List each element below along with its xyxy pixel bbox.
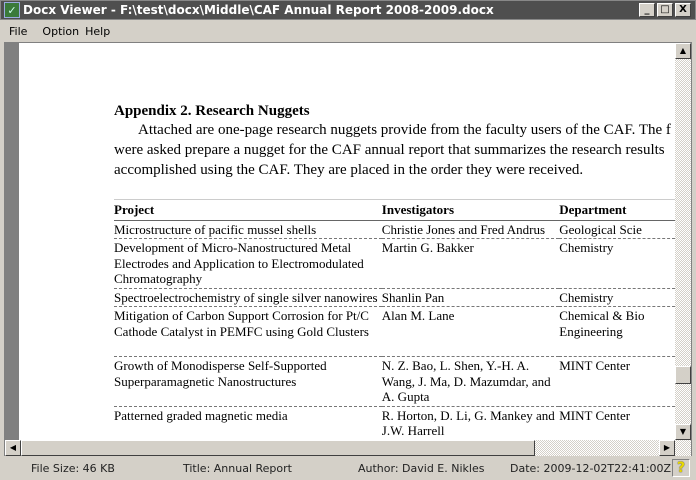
table-row: Microstructure of pacific mussel shells C… (114, 220, 675, 239)
section-heading: Appendix 2. Research Nuggets (114, 103, 310, 119)
menu-bar: File Option Help (0, 21, 696, 41)
cell-project: Microstructure of pacific mussel shells (114, 220, 382, 239)
vertical-scroll-thumb[interactable] (675, 366, 691, 384)
cell-project: Patterned graded magnetic media (114, 406, 382, 440)
menu-option[interactable]: Option (42, 25, 79, 38)
cell-project: Growth of Monodisperse Self-Supported Su… (114, 356, 382, 407)
menu-help[interactable]: Help (85, 25, 110, 38)
scroll-down-button[interactable]: ▼ (675, 424, 691, 440)
left-margin (5, 43, 19, 440)
cell-project: Development of Micro-Nanostructured Meta… (114, 238, 382, 289)
header-investigators: Investigators (381, 199, 560, 221)
status-bar: File Size: 46 KB Title: Annual Report Au… (0, 457, 696, 479)
cell-investigators: Alan M. Lane (381, 306, 560, 357)
app-icon: ✓ (4, 2, 20, 18)
cell-department: MINT Center (559, 356, 675, 407)
status-title: Title: Annual Report (183, 461, 292, 475)
vertical-scrollbar[interactable]: ▲ ▼ (675, 43, 691, 440)
cell-investigators: Martin G. Bakker (381, 238, 560, 289)
title-bar: ✓ Docx Viewer - F:\test\docx\Middle\CAF … (0, 0, 696, 20)
table-row: Growth of Monodisperse Self-Supported Su… (114, 356, 675, 407)
cell-project: Spectroelectrochemistry of single silver… (114, 288, 382, 307)
scroll-up-button[interactable]: ▲ (675, 43, 691, 59)
table-row: Development of Micro-Nanostructured Meta… (114, 238, 675, 289)
help-icon[interactable]: ? (672, 459, 690, 477)
table-row: Mitigation of Carbon Support Corrosion f… (114, 306, 675, 357)
table-row: Spectroelectrochemistry of single silver… (114, 288, 675, 307)
cell-investigators: R. Horton, D. Li, G. Mankey and J.W. Har… (381, 406, 560, 440)
paragraph-line: Attached are one-page research nuggets p… (138, 122, 671, 138)
paragraph-line: were asked prepare a nugget for the CAF … (114, 142, 665, 158)
menu-file[interactable]: File (9, 25, 27, 38)
cell-department: MINT Center (559, 406, 675, 440)
table-row: Patterned graded magnetic media R. Horton… (114, 406, 675, 440)
close-button[interactable]: X (675, 3, 691, 17)
document-frame: Appendix 2. Research Nuggets Attached ar… (4, 42, 692, 456)
cell-investigators: Shanlin Pan (381, 288, 560, 307)
horizontal-scroll-thumb[interactable] (21, 440, 535, 456)
header-project: Project (114, 199, 382, 221)
status-date: Date: 2009-12-02T22:41:00Z (510, 461, 672, 475)
status-file-size: File Size: 46 KB (31, 461, 115, 475)
cell-department: Chemistry (559, 288, 675, 307)
header-department: Department (559, 199, 675, 221)
cell-investigators: Christie Jones and Fred Andrus (381, 220, 560, 239)
cell-investigators: N. Z. Bao, L. Shen, Y.-H. A. Wang, J. Ma… (381, 356, 560, 407)
minimize-button[interactable]: _ (639, 3, 655, 17)
maximize-button[interactable]: □ (657, 3, 673, 17)
scroll-left-button[interactable]: ◀ (5, 440, 21, 456)
document-viewport: Appendix 2. Research Nuggets Attached ar… (19, 43, 675, 440)
paragraph-line: accomplished using the CAF. They are pla… (114, 162, 584, 178)
cell-department: Geological Scie (559, 220, 675, 239)
scroll-right-button[interactable]: ▶ (659, 440, 675, 456)
cell-department: Chemical & Bio Engineering (559, 306, 675, 357)
horizontal-scrollbar[interactable]: ◀ ▶ (5, 440, 691, 456)
window-title: Docx Viewer - F:\test\docx\Middle\CAF An… (23, 3, 494, 17)
nuggets-table: Project Investigators Department Microst… (114, 199, 675, 440)
cell-project: Mitigation of Carbon Support Corrosion f… (114, 306, 382, 357)
cell-department: Chemistry (559, 238, 675, 289)
status-author: Author: David E. Nikles (358, 461, 485, 475)
